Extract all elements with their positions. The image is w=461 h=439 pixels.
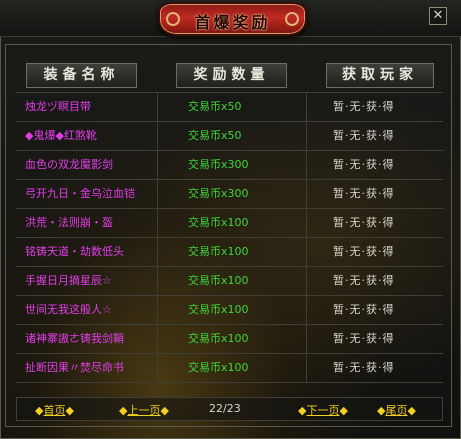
player-status: 暂·无·获·得 bbox=[333, 158, 395, 171]
last-page-button[interactable]: ◆尾页◆ bbox=[377, 402, 416, 418]
reward-amount: 交易币x100 bbox=[188, 216, 249, 229]
reward-amount: 交易币x100 bbox=[188, 303, 249, 316]
item-name[interactable]: 弓开九日・金乌泣血铠 bbox=[25, 180, 135, 208]
item-name[interactable]: 诸神寨謸ㄜ铸我剑鞘 bbox=[25, 325, 124, 353]
table-row: 烛龙ヅ瞑目带 交易币x50 暂·无·获·得 bbox=[16, 92, 443, 122]
header-item-name: 装备名称 bbox=[26, 63, 137, 88]
prev-page-label: 上一页 bbox=[127, 404, 161, 417]
player-status: 暂·无·获·得 bbox=[333, 129, 395, 142]
table-row: 血色の双龙魔影剑 交易币x300 暂·无·获·得 bbox=[16, 151, 443, 180]
table-row: 铭铸天道・劫数低头 交易币x100 暂·无·获·得 bbox=[16, 238, 443, 267]
item-name[interactable]: 铭铸天道・劫数低头 bbox=[25, 238, 124, 266]
table-row: 弓开九日・金乌泣血铠 交易币x300 暂·无·获·得 bbox=[16, 180, 443, 209]
player-status: 暂·无·获·得 bbox=[333, 216, 395, 229]
table-row: 世间无我这般人☆ 交易币x100 暂·无·获·得 bbox=[16, 296, 443, 325]
player-status: 暂·无·获·得 bbox=[333, 361, 395, 374]
next-page-button[interactable]: ◆下一页◆ bbox=[298, 402, 348, 418]
item-name[interactable]: 烛龙ヅ瞑目带 bbox=[25, 93, 91, 121]
reward-amount: 交易币x100 bbox=[188, 361, 249, 374]
item-name[interactable]: 扯断因果〃焚尽命书 bbox=[25, 354, 124, 382]
reward-amount: 交易币x100 bbox=[188, 274, 249, 287]
player-status: 暂·无·获·得 bbox=[333, 245, 395, 258]
title-plaque: 首爆奖励 bbox=[158, 2, 307, 36]
page-indicator: 22/23 bbox=[209, 402, 241, 415]
player-status: 暂·无·获·得 bbox=[333, 100, 395, 113]
header-player: 获取玩家 bbox=[326, 63, 434, 88]
table-row: 洪荒・法则崩・盔 交易币x100 暂·无·获·得 bbox=[16, 209, 443, 238]
first-page-label: 首页 bbox=[43, 404, 66, 417]
player-status: 暂·无·获·得 bbox=[333, 332, 395, 345]
next-page-label: 下一页 bbox=[306, 404, 340, 417]
window-title: 首爆奖励 bbox=[194, 13, 271, 32]
player-status: 暂·无·获·得 bbox=[333, 303, 395, 316]
title-bar: 首爆奖励 ✕ bbox=[0, 0, 461, 37]
item-name[interactable]: 血色の双龙魔影剑 bbox=[25, 151, 113, 179]
reward-amount: 交易币x100 bbox=[188, 332, 249, 345]
item-name[interactable]: ◆鬼爆◆红煞靴 bbox=[25, 122, 97, 150]
item-name[interactable]: 手握日月摘星辰☆ bbox=[25, 267, 112, 295]
table-row: 扯断因果〃焚尽命书 交易币x100 暂·无·获·得 bbox=[16, 354, 443, 383]
reward-table: 烛龙ヅ瞑目带 交易币x50 暂·无·获·得 ◆鬼爆◆红煞靴 交易币x50 暂·无… bbox=[16, 92, 443, 383]
first-page-button[interactable]: ◆首页◆ bbox=[35, 402, 74, 418]
reward-amount: 交易币x50 bbox=[188, 100, 242, 113]
last-page-label: 尾页 bbox=[385, 404, 408, 417]
reward-amount: 交易币x300 bbox=[188, 158, 249, 171]
reward-amount: 交易币x100 bbox=[188, 245, 249, 258]
table-row: 手握日月摘星辰☆ 交易币x100 暂·无·获·得 bbox=[16, 267, 443, 296]
reward-amount: 交易币x300 bbox=[188, 187, 249, 200]
prev-page-button[interactable]: ◆上一页◆ bbox=[119, 402, 169, 418]
pagination-bar: ◆首页◆ ◆上一页◆ 22/23 ◆下一页◆ ◆尾页◆ bbox=[16, 397, 443, 421]
close-button[interactable]: ✕ bbox=[429, 7, 447, 25]
reward-amount: 交易币x50 bbox=[188, 129, 242, 142]
item-name[interactable]: 世间无我这般人☆ bbox=[25, 296, 112, 324]
item-name[interactable]: 洪荒・法则崩・盔 bbox=[25, 209, 113, 237]
header-reward-amount: 奖励数量 bbox=[176, 63, 287, 88]
player-status: 暂·无·获·得 bbox=[333, 274, 395, 287]
player-status: 暂·无·获·得 bbox=[333, 187, 395, 200]
table-row: ◆鬼爆◆红煞靴 交易币x50 暂·无·获·得 bbox=[16, 122, 443, 151]
table-row: 诸神寨謸ㄜ铸我剑鞘 交易币x100 暂·无·获·得 bbox=[16, 325, 443, 354]
